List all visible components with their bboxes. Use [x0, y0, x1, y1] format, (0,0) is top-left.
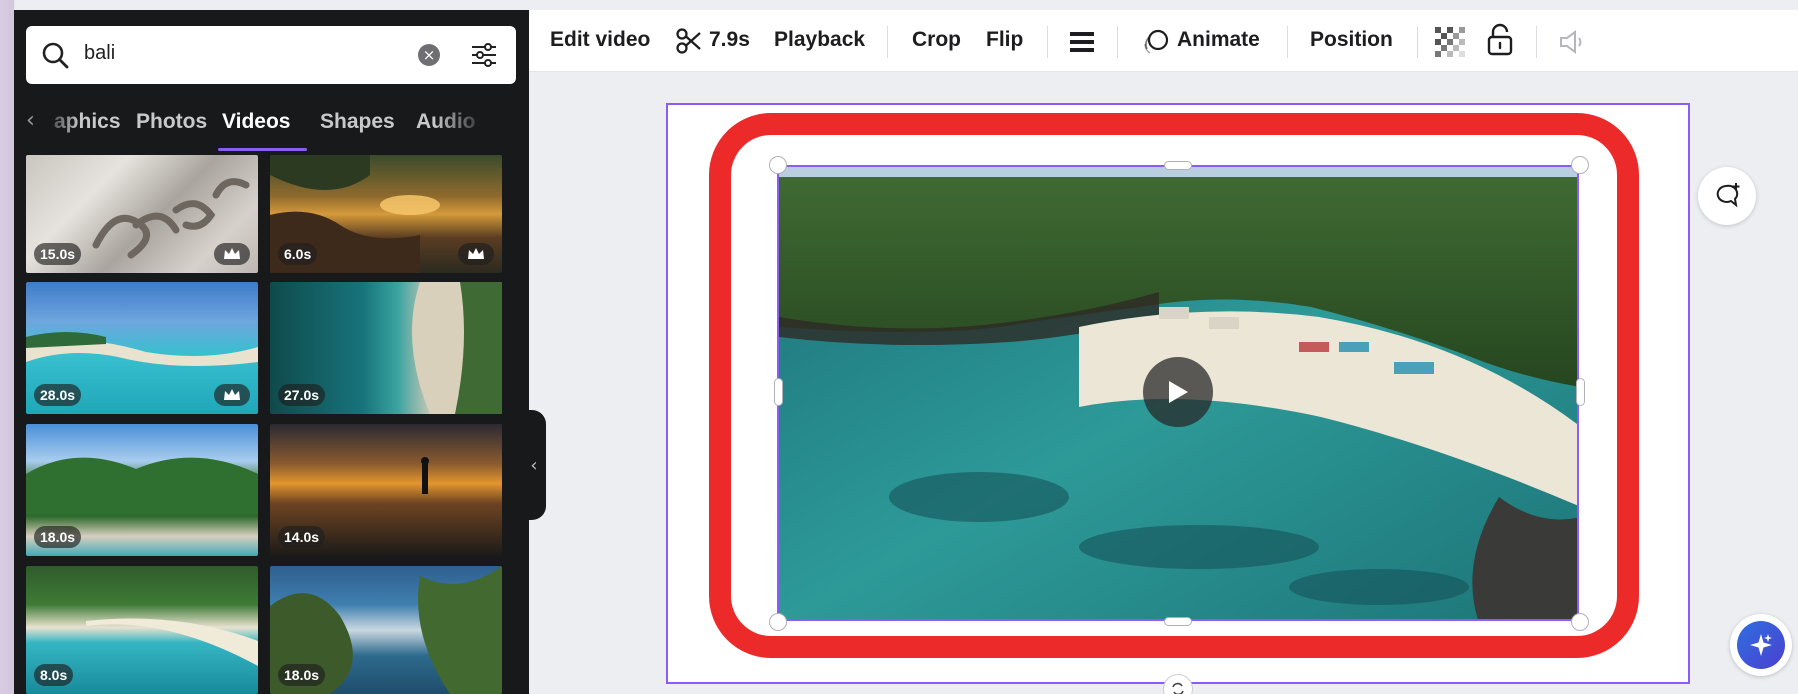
resize-handle-left[interactable] [774, 378, 783, 406]
duration-badge: 18.0s [278, 664, 326, 686]
resize-handle-right[interactable] [1576, 378, 1585, 406]
rotate-icon [1172, 682, 1184, 694]
toolbar-divider [887, 26, 888, 58]
toolbar-divider [1047, 26, 1048, 58]
resize-handle-bottom-left[interactable] [769, 613, 787, 631]
resize-handle-bottom-right[interactable] [1571, 613, 1589, 631]
premium-crown-icon [458, 243, 494, 265]
add-comment-button[interactable] [1698, 167, 1756, 225]
duration-badge: 6.0s [278, 243, 318, 265]
sparkle-icon [1737, 621, 1785, 669]
scissors-icon[interactable] [675, 27, 703, 55]
filter-icon[interactable] [469, 40, 499, 70]
edit-video-button[interactable]: Edit video [550, 28, 650, 52]
toolbar-divider [1287, 26, 1288, 58]
toolbar-divider [1417, 26, 1418, 58]
context-toolbar: Edit video 7.9s Playback Crop Flip Anima… [529, 10, 1798, 72]
tab-fade-left [40, 106, 80, 142]
video-result[interactable]: 6.0s [270, 155, 502, 273]
video-result[interactable]: 14.0s [270, 424, 502, 556]
crop-button[interactable]: Crop [912, 28, 961, 52]
toolbar-divider [1117, 26, 1118, 58]
tab-shapes[interactable]: Shapes [320, 110, 395, 134]
border-style-icon[interactable] [1068, 30, 1096, 54]
premium-crown-icon [214, 243, 250, 265]
tab-videos[interactable]: Videos [222, 110, 290, 134]
tab-fade-right [434, 106, 494, 142]
comment-plus-icon [1716, 183, 1740, 208]
playback-button[interactable]: Playback [774, 28, 865, 52]
video-result[interactable]: 27.0s [270, 282, 502, 414]
search-input[interactable]: bali [84, 42, 115, 65]
duration-badge: 18.0s [34, 526, 82, 548]
play-button[interactable] [1143, 357, 1213, 427]
duration-badge: 8.0s [34, 664, 74, 686]
transparency-icon[interactable] [1435, 27, 1465, 57]
premium-crown-icon [214, 384, 250, 406]
video-result[interactable]: 15.0s [26, 155, 258, 273]
resize-handle-bottom[interactable] [1164, 617, 1192, 626]
duration-badge: 15.0s [34, 243, 82, 265]
video-result[interactable]: 18.0s [26, 424, 258, 556]
video-result[interactable]: 18.0s [270, 566, 502, 694]
search-icon [42, 42, 69, 69]
position-button[interactable]: Position [1310, 28, 1393, 52]
tab-photos[interactable]: Photos [136, 110, 207, 134]
collapse-panel-button[interactable]: ‹ [522, 410, 546, 520]
flip-button[interactable]: Flip [986, 28, 1023, 52]
toolbar-divider [1536, 26, 1537, 58]
side-panel: bali × ‹ aphics Photos Videos Shapes Aud… [14, 10, 529, 694]
clear-search-icon[interactable]: × [418, 44, 440, 66]
trim-duration-button[interactable]: 7.9s [709, 28, 750, 52]
search-box[interactable]: bali × [26, 26, 516, 84]
video-result[interactable]: 8.0s [26, 566, 258, 694]
animate-icon[interactable] [1141, 27, 1171, 57]
duration-badge: 14.0s [278, 526, 326, 548]
resize-handle-top[interactable] [1164, 161, 1192, 170]
duration-badge: 27.0s [278, 384, 326, 406]
volume-icon[interactable] [1558, 30, 1588, 54]
active-tab-indicator [218, 148, 307, 151]
unlock-icon[interactable] [1486, 23, 1514, 57]
magic-assistant-button[interactable] [1730, 614, 1792, 676]
duration-badge: 28.0s [34, 384, 82, 406]
video-result[interactable]: 28.0s [26, 282, 258, 414]
tabs-scroll-left-icon[interactable]: ‹ [26, 108, 35, 133]
resize-handle-top-right[interactable] [1571, 156, 1589, 174]
animate-button[interactable]: Animate [1177, 28, 1260, 52]
play-icon [1169, 381, 1188, 403]
resize-handle-top-left[interactable] [769, 156, 787, 174]
